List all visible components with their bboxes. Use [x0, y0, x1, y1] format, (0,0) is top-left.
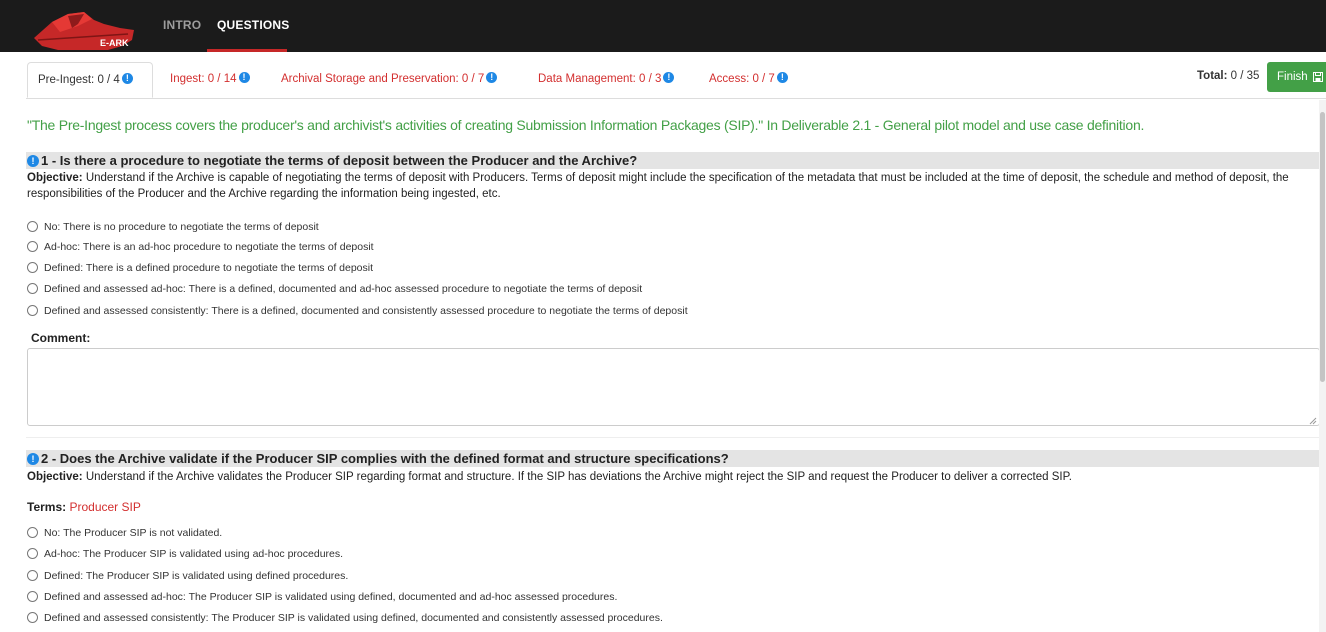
total-label: Total:: [1197, 70, 1228, 82]
question-1-header: ! 1 - Is there a procedure to negotiate t…: [26, 152, 1319, 169]
tab-pre-ingest[interactable]: Pre-Ingest: 0 / 4!: [27, 62, 153, 98]
option-label: Ad-hoc: The Producer SIP is validated us…: [44, 548, 344, 560]
nav-tab-questions[interactable]: QUESTIONS: [217, 18, 289, 32]
top-navbar: E-ARK INTRO QUESTIONS: [0, 0, 1326, 52]
resize-handle-icon[interactable]: [1309, 417, 1317, 425]
total-progress: Total: 0 / 35: [1197, 70, 1259, 82]
tab-archival-storage[interactable]: Archival Storage and Preservation: 0 / 7…: [281, 62, 498, 98]
q1-option-no[interactable]: No: There is no procedure to negotiate t…: [27, 220, 319, 233]
option-label: Defined and assessed ad-hoc: There is a …: [44, 283, 643, 295]
tab-label: Data Management: 0 / 3: [538, 73, 662, 85]
radio-button[interactable]: [27, 590, 38, 602]
radio-button[interactable]: [27, 261, 38, 273]
active-tab-indicator: [207, 49, 287, 52]
finish-label: Finish: [1277, 71, 1308, 83]
logo-text: E-ARK: [100, 38, 129, 48]
radio-button[interactable]: [27, 220, 38, 232]
category-tabs: Pre-Ingest: 0 / 4! Ingest: 0 / 14! Archi…: [26, 62, 1326, 99]
finish-button[interactable]: Finish: [1267, 62, 1326, 92]
question-1-title: 1 - Is there a procedure to negotiate th…: [41, 153, 638, 168]
objective-label: Objective:: [27, 172, 83, 184]
q1-option-defined-assessed-consistently[interactable]: Defined and assessed consistently: There…: [27, 304, 688, 317]
tab-label: Access: 0 / 7: [709, 73, 775, 85]
info-icon: !: [486, 72, 498, 84]
total-value: 0 / 35: [1230, 70, 1260, 82]
question-2-objective: Objective: Understand if the Archive val…: [27, 469, 1315, 485]
comment-textarea[interactable]: [27, 348, 1320, 426]
tab-ingest[interactable]: Ingest: 0 / 14!: [170, 62, 250, 98]
q2-option-defined[interactable]: Defined: The Producer SIP is validated u…: [27, 569, 349, 582]
option-label: No: The Producer SIP is not validated.: [44, 527, 223, 539]
info-icon[interactable]: !: [27, 452, 39, 465]
info-icon: !: [121, 73, 133, 85]
option-label: Defined and assessed ad-hoc: The Produce…: [44, 591, 618, 603]
objective-label: Objective:: [27, 471, 83, 483]
radio-button[interactable]: [27, 547, 38, 559]
objective-text: Understand if the Archive validates the …: [85, 471, 1072, 483]
option-label: No: There is no procedure to negotiate t…: [44, 221, 319, 233]
q2-option-ad-hoc[interactable]: Ad-hoc: The Producer SIP is validated us…: [27, 547, 344, 560]
comment-label: Comment:: [31, 331, 91, 345]
question-2-terms: Terms: Producer SIP: [27, 500, 141, 514]
save-icon: [1312, 71, 1323, 82]
question-divider: [26, 437, 1319, 438]
tab-label: Ingest: 0 / 14: [170, 73, 237, 85]
option-label: Ad-hoc: There is an ad-hoc procedure to …: [44, 241, 374, 253]
option-label: Defined and assessed consistently: There…: [44, 305, 688, 317]
q1-option-defined-assessed-ad-hoc[interactable]: Defined and assessed ad-hoc: There is a …: [27, 282, 643, 295]
q1-option-defined[interactable]: Defined: There is a defined procedure to…: [27, 261, 374, 274]
radio-button[interactable]: [27, 304, 38, 316]
info-icon: !: [776, 72, 788, 84]
info-icon[interactable]: !: [27, 154, 39, 167]
question-2-header: ! 2 - Does the Archive validate if the Pr…: [26, 450, 1319, 467]
radio-button[interactable]: [27, 240, 38, 252]
q1-option-ad-hoc[interactable]: Ad-hoc: There is an ad-hoc procedure to …: [27, 240, 374, 253]
radio-button[interactable]: [27, 611, 38, 623]
radio-button[interactable]: [27, 526, 38, 538]
term-link-producer-sip[interactable]: Producer SIP: [69, 500, 140, 514]
tab-label: Archival Storage and Preservation: 0 / 7: [281, 73, 485, 85]
question-1-objective: Objective: Understand if the Archive is …: [27, 170, 1315, 202]
info-icon: !: [238, 72, 250, 84]
objective-text: Understand if the Archive is capable of …: [27, 172, 1289, 200]
radio-button[interactable]: [27, 282, 38, 294]
scrollbar-thumb[interactable]: [1320, 112, 1325, 382]
option-label: Defined and assessed consistently: The P…: [44, 612, 663, 624]
q2-option-no[interactable]: No: The Producer SIP is not validated.: [27, 526, 223, 539]
nav-tab-intro[interactable]: INTRO: [163, 18, 201, 32]
section-intro-text: "The Pre-Ingest process covers the produ…: [27, 117, 1145, 133]
question-2-title: 2 - Does the Archive validate if the Pro…: [41, 451, 729, 466]
radio-button[interactable]: [27, 569, 38, 581]
info-icon: !: [663, 72, 675, 84]
q2-option-defined-assessed-consistently[interactable]: Defined and assessed consistently: The P…: [27, 611, 663, 624]
option-label: Defined: The Producer SIP is validated u…: [44, 570, 349, 582]
terms-label: Terms:: [27, 500, 67, 514]
option-label: Defined: There is a defined procedure to…: [44, 262, 374, 274]
tab-data-management[interactable]: Data Management: 0 / 3!: [538, 62, 675, 98]
e-ark-logo[interactable]: E-ARK: [28, 6, 140, 52]
q2-option-defined-assessed-ad-hoc[interactable]: Defined and assessed ad-hoc: The Produce…: [27, 590, 618, 603]
tab-label: Pre-Ingest: 0 / 4: [38, 74, 120, 86]
tab-access[interactable]: Access: 0 / 7!: [709, 62, 788, 98]
